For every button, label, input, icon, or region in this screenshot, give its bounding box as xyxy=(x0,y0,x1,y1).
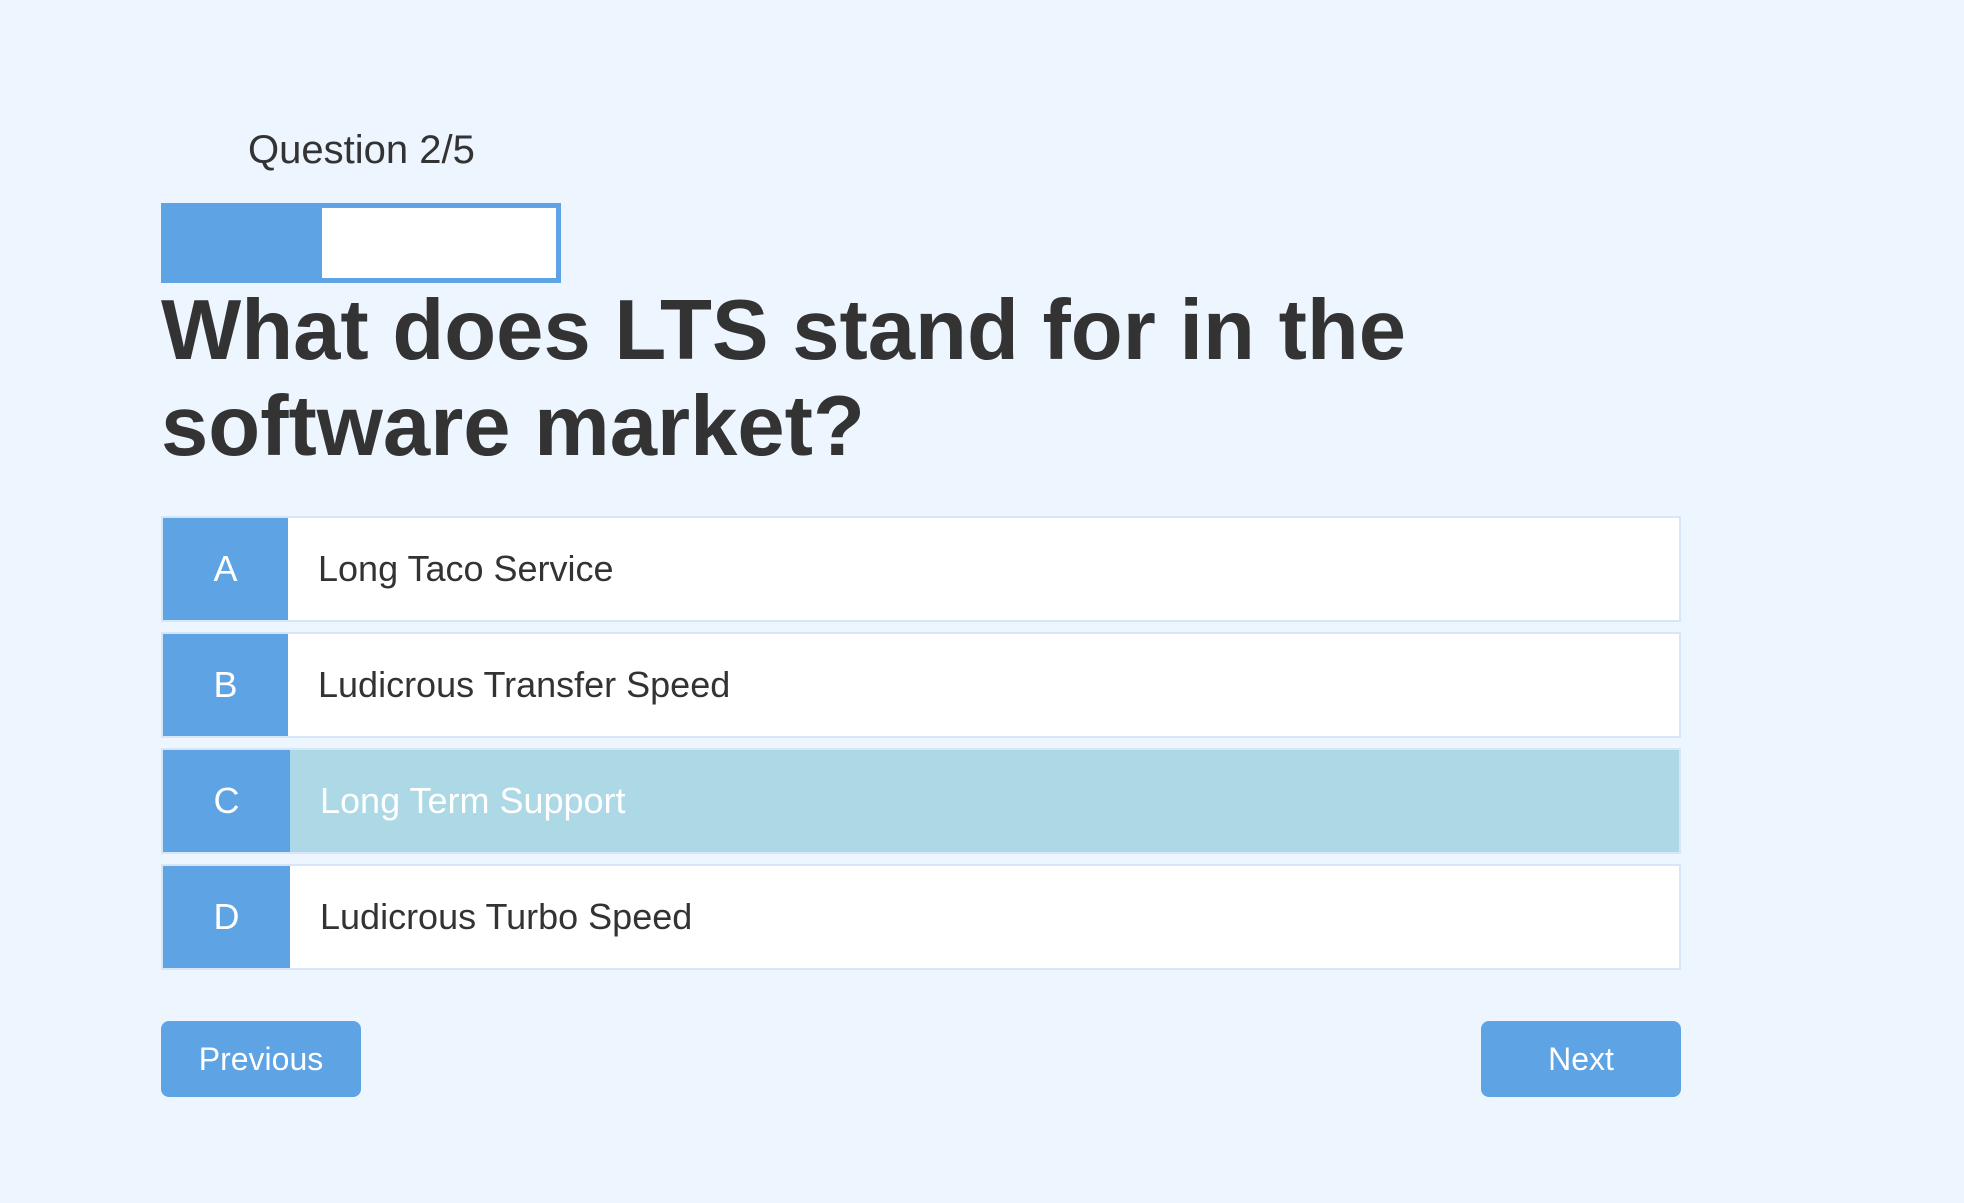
answer-text: Ludicrous Turbo Speed xyxy=(320,896,693,937)
answer-option-c[interactable]: C Long Term Support xyxy=(161,748,1681,854)
answer-list: A Long Taco Service B Ludicrous Transfer… xyxy=(161,516,1681,980)
next-button[interactable]: Next xyxy=(1481,1021,1681,1097)
answer-letter: B xyxy=(163,634,288,736)
answer-text: Long Term Support xyxy=(320,780,626,821)
question-text: What does LTS stand for in the software … xyxy=(161,283,1407,474)
progress-bar xyxy=(161,203,561,283)
answer-option-a[interactable]: A Long Taco Service xyxy=(161,516,1681,622)
question-counter: Question 2/5 xyxy=(248,128,475,172)
answer-option-d[interactable]: D Ludicrous Turbo Speed xyxy=(161,864,1681,970)
previous-button[interactable]: Previous xyxy=(161,1021,361,1097)
answer-letter: A xyxy=(163,518,288,620)
progress-bar-fill xyxy=(166,208,322,278)
answer-letter: D xyxy=(163,866,290,968)
answer-letter: C xyxy=(163,750,290,852)
answer-text: Ludicrous Transfer Speed xyxy=(318,664,731,705)
answer-option-b[interactable]: B Ludicrous Transfer Speed xyxy=(161,632,1681,738)
answer-text: Long Taco Service xyxy=(318,548,614,589)
